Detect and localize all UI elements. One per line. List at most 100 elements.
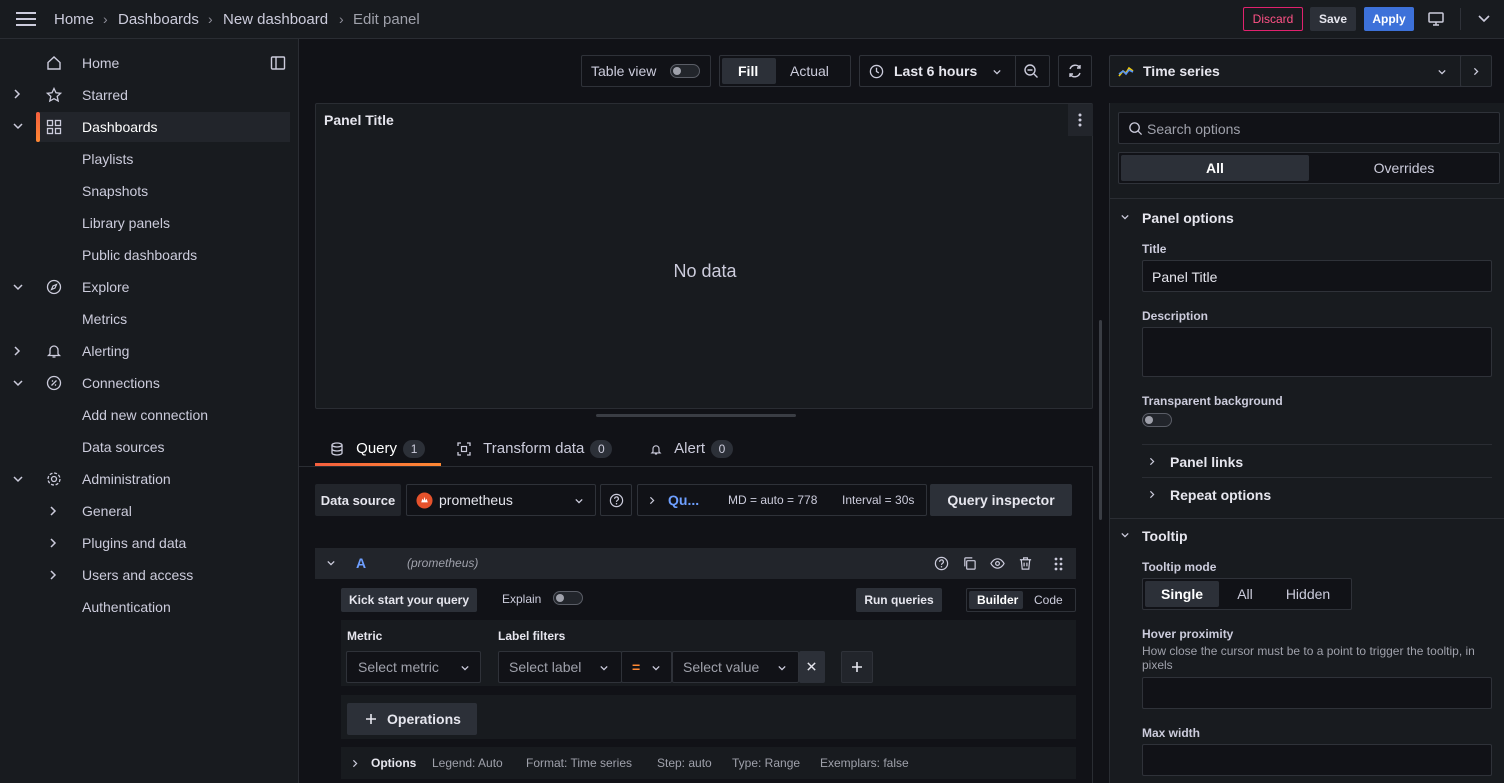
description-textarea[interactable]	[1142, 327, 1492, 377]
repeat-options-section[interactable]: Repeat options	[1170, 487, 1271, 503]
help-icon[interactable]	[934, 556, 949, 571]
breadcrumb-new-dashboard[interactable]: New dashboard	[223, 11, 328, 28]
value-select[interactable]: Select value	[672, 651, 799, 683]
sidebar-item-general[interactable]: General	[82, 503, 132, 519]
sidebar-item-starred[interactable]: Starred	[36, 80, 290, 110]
trash-icon[interactable]	[1018, 556, 1033, 571]
chevron-down-icon[interactable]	[12, 378, 24, 388]
operator-select[interactable]: =	[621, 651, 672, 683]
sidebar-item-metrics[interactable]: Metrics	[82, 311, 127, 327]
sidebar-item-dashboards[interactable]: Dashboards	[36, 112, 290, 142]
sidebar-item-library-panels[interactable]: Library panels	[82, 215, 170, 231]
query-options-toggle[interactable]: Qu... MD = auto = 778 Interval = 30s	[637, 484, 927, 516]
copy-icon[interactable]	[962, 556, 977, 571]
chevron-right-icon[interactable]	[12, 88, 22, 100]
chevron-right-icon[interactable]	[48, 569, 58, 581]
panel-links-section[interactable]: Panel links	[1170, 454, 1243, 470]
chevron-right-icon[interactable]	[12, 345, 22, 357]
sidebar-item-snapshots[interactable]: Snapshots	[82, 183, 148, 199]
sidebar-item-add-new-connection[interactable]: Add new connection	[82, 407, 208, 423]
query-options-row[interactable]: Options Legend: Auto Format: Time series…	[341, 747, 1076, 779]
transparent-background-toggle[interactable]	[1142, 413, 1172, 427]
eye-icon[interactable]	[990, 556, 1005, 571]
tab-overrides[interactable]: Overrides	[1309, 160, 1499, 176]
mode-hidden[interactable]: Hidden	[1271, 586, 1345, 602]
tooltip-section[interactable]: Tooltip	[1142, 528, 1188, 544]
remove-filter-button[interactable]	[799, 651, 825, 683]
search-options-field[interactable]: Search options	[1118, 112, 1500, 144]
chevron-down-icon[interactable]	[1477, 14, 1491, 24]
chevron-down-icon[interactable]	[12, 282, 24, 292]
chevron-down-icon[interactable]	[1120, 531, 1130, 539]
tab-transform-data[interactable]: Transform data 0	[457, 440, 613, 458]
resize-handle[interactable]	[596, 414, 796, 417]
sidebar-item-administration[interactable]: Administration	[36, 464, 290, 494]
save-button[interactable]: Save	[1310, 7, 1356, 31]
hover-proximity-input[interactable]	[1142, 677, 1492, 709]
query-ref-id[interactable]: A	[356, 555, 366, 571]
menu-icon[interactable]	[16, 11, 36, 27]
chevron-down-icon	[574, 497, 584, 505]
query-row-header[interactable]: A (prometheus)	[315, 548, 1076, 579]
sidebar-item-public-dashboards[interactable]: Public dashboards	[82, 247, 197, 263]
mode-single[interactable]: Single	[1145, 586, 1219, 602]
sidebar-item-home[interactable]: Home	[36, 48, 290, 78]
query-inspector-button[interactable]: Query inspector	[930, 484, 1072, 516]
table-view-toggle[interactable]	[670, 64, 700, 78]
sidebar-item-label: Starred	[82, 87, 128, 103]
chevron-right-icon[interactable]	[1148, 489, 1156, 500]
label-select[interactable]: Select label	[498, 651, 622, 683]
more-vertical-icon	[1078, 113, 1082, 127]
discard-button[interactable]: Discard	[1243, 7, 1303, 31]
visualization-picker[interactable]: Time series	[1109, 55, 1464, 87]
sidebar-item-explore[interactable]: Explore	[36, 272, 290, 302]
sidebar-item-plugins-and-data[interactable]: Plugins and data	[82, 535, 186, 551]
sidebar-item-playlists[interactable]: Playlists	[82, 151, 133, 167]
zoom-out-icon[interactable]	[1023, 63, 1039, 79]
explain-toggle[interactable]	[553, 591, 583, 605]
title-input[interactable]: Panel Title	[1142, 260, 1492, 292]
breadcrumb-home[interactable]: Home	[54, 11, 94, 28]
actual-option[interactable]: Actual	[790, 63, 829, 79]
fill-option[interactable]: Fill	[738, 63, 758, 79]
sidebar-item-connections[interactable]: Connections	[36, 368, 290, 398]
data-source-picker[interactable]: prometheus	[406, 484, 596, 516]
sidebar-item-users-and-access[interactable]: Users and access	[82, 567, 193, 583]
chevron-right-icon[interactable]	[48, 505, 58, 517]
chevron-down-icon[interactable]	[1120, 213, 1130, 221]
tab-alert[interactable]: Alert 0	[650, 440, 734, 458]
explain-label: Explain	[502, 592, 542, 606]
builder-option[interactable]: Builder	[977, 593, 1018, 607]
tab-query[interactable]: Query 1	[330, 440, 426, 458]
chevron-right-icon[interactable]	[48, 537, 58, 549]
apply-button[interactable]: Apply	[1364, 7, 1414, 31]
panel-menu-button[interactable]	[1068, 104, 1093, 136]
operations-button[interactable]: Operations	[347, 703, 477, 735]
tv-mode-icon[interactable]	[1428, 11, 1444, 27]
chevron-down-icon[interactable]	[12, 474, 24, 484]
max-width-input[interactable]	[1142, 744, 1492, 776]
data-source-help-button[interactable]	[600, 484, 632, 516]
sidebar-item-data-sources[interactable]: Data sources	[82, 439, 164, 455]
run-queries-button[interactable]: Run queries	[856, 588, 942, 612]
drag-handle-icon[interactable]	[1054, 557, 1063, 571]
panel-options-section[interactable]: Panel options	[1142, 210, 1234, 226]
mode-all[interactable]: All	[1225, 586, 1265, 602]
collapse-options-button[interactable]	[1460, 55, 1492, 87]
kick-start-query-button[interactable]: Kick start your query	[341, 588, 477, 612]
time-range-picker[interactable]: Last 6 hours	[859, 55, 1050, 87]
tab-all[interactable]: All	[1121, 160, 1309, 176]
chevron-right-icon[interactable]	[1148, 456, 1156, 467]
main-scrollbar[interactable]	[1099, 320, 1102, 520]
sidebar-item-alerting[interactable]: Alerting	[36, 336, 290, 366]
chevron-down-icon	[992, 68, 1002, 76]
add-filter-button[interactable]	[841, 651, 873, 683]
metric-select[interactable]: Select metric	[346, 651, 481, 683]
chevron-down-icon[interactable]	[12, 121, 24, 131]
code-option[interactable]: Code	[1034, 593, 1063, 607]
sidebar-item-authentication[interactable]: Authentication	[82, 599, 171, 615]
table-view-toggle-group[interactable]: Table view	[581, 55, 711, 87]
chevron-down-icon[interactable]	[326, 559, 336, 567]
refresh-button[interactable]	[1058, 55, 1092, 87]
breadcrumb-dashboards[interactable]: Dashboards	[118, 11, 199, 28]
